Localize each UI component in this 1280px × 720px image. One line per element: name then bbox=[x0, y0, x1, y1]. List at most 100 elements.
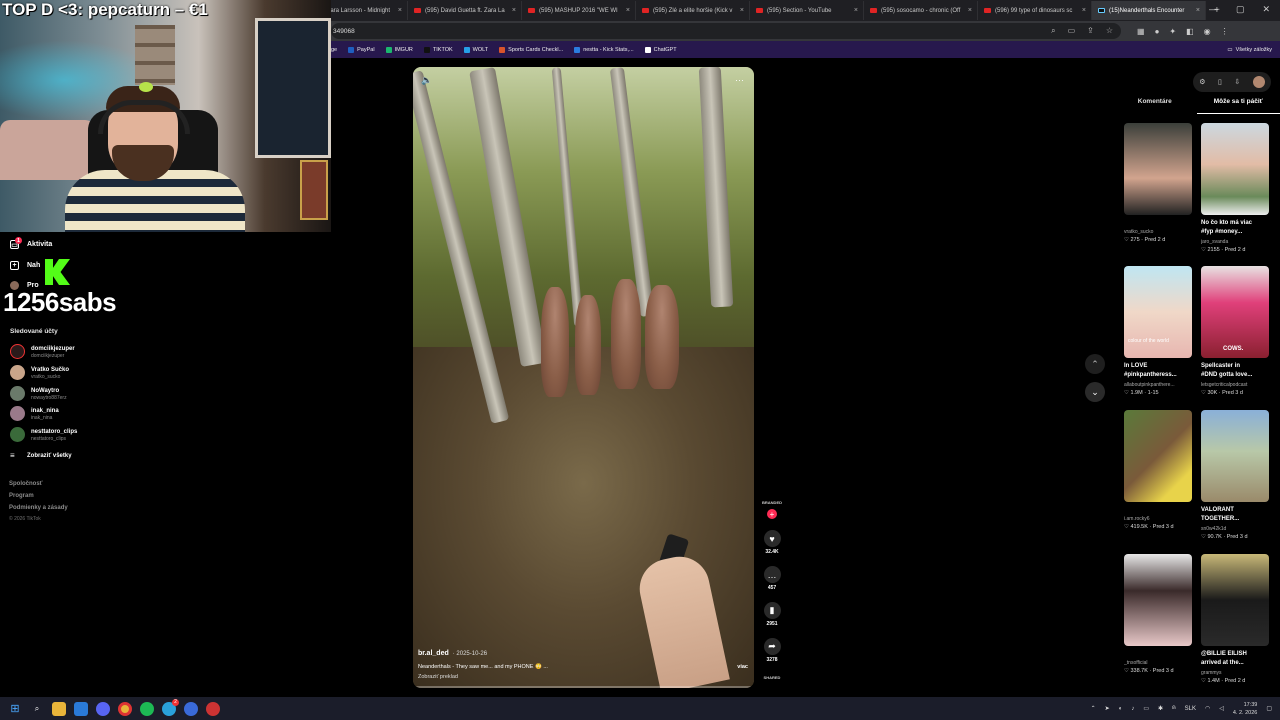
bookmark-item[interactable]: TIKTOK bbox=[423, 46, 453, 53]
video-card[interactable]: COWS. Spellcaster in #DND gotta love... l… bbox=[1201, 266, 1269, 396]
account-item[interactable]: NoWaytro nowaytro887erz bbox=[10, 386, 67, 401]
video-card[interactable]: _tnsofficial ♡ 338.7K · Pred 3 d bbox=[1124, 554, 1192, 674]
tab-comments[interactable]: Komentáre bbox=[1113, 98, 1197, 114]
browser-tab[interactable]: (595) MASHUP 2016 "WE WI × bbox=[522, 1, 636, 20]
next-video-button[interactable]: ⌄ bbox=[1085, 382, 1105, 402]
extensions-puzzle-icon[interactable]: ✦ bbox=[1169, 27, 1176, 36]
close-tab-icon[interactable]: × bbox=[512, 7, 516, 14]
wifi-icon[interactable]: ◠ bbox=[1205, 705, 1210, 712]
like-heart-icon[interactable]: ♥ bbox=[763, 530, 781, 547]
profile-icon[interactable]: ◉ bbox=[1204, 27, 1211, 36]
video-card[interactable]: i.am.rocky6 ♡ 419.5K · Pred 3 d bbox=[1124, 410, 1192, 530]
search-icon[interactable]: ⌕ bbox=[1051, 26, 1055, 36]
bookmark-item[interactable]: ChatGPT bbox=[644, 46, 677, 53]
record-icon[interactable]: ● bbox=[1155, 27, 1160, 36]
follow-plus-icon[interactable]: + bbox=[767, 509, 777, 519]
phone-icon[interactable]: ▯ bbox=[1218, 78, 1222, 86]
language-indicator[interactable]: SLK bbox=[1185, 706, 1196, 712]
browser-tab[interactable]: (15)Neanderthals Encounter × bbox=[1092, 1, 1206, 20]
account-item[interactable]: nesttatoro_clips nesttatoro_clips bbox=[10, 427, 77, 442]
more-link[interactable]: viac bbox=[737, 664, 748, 670]
bookmark-item[interactable]: ge bbox=[331, 47, 337, 53]
bookmark-item[interactable]: IMGUR bbox=[385, 46, 413, 53]
url-field[interactable]: 349068 ⌕ ▭ ⇪ ☆ bbox=[331, 23, 1121, 39]
nav-upload[interactable]: + Nah bbox=[10, 261, 40, 270]
video-card[interactable]: VALORANT TOGETHER... sn0w42k1d ♡ 90.7K · … bbox=[1201, 410, 1269, 540]
bluetooth-icon[interactable]: ✱ bbox=[1158, 705, 1163, 712]
bookmark-star-icon[interactable]: ☆ bbox=[1106, 26, 1113, 36]
share-icon[interactable]: ⇪ bbox=[1087, 26, 1094, 36]
show-translation[interactable]: Zobraziť preklad bbox=[418, 674, 748, 680]
app-icon[interactable] bbox=[206, 701, 220, 716]
volume-icon[interactable]: 🔈 bbox=[421, 75, 432, 86]
app-icon[interactable] bbox=[184, 701, 198, 716]
bookmark-icon[interactable]: ▮ bbox=[763, 602, 781, 619]
menu-icon[interactable]: ⋮ bbox=[1221, 27, 1229, 36]
close-icon[interactable]: ✕ bbox=[1262, 4, 1270, 15]
task-view-icon[interactable] bbox=[74, 701, 88, 716]
browser-tab[interactable]: (595) Zlé a elite horšie (Kick v × bbox=[636, 1, 750, 20]
footer-company[interactable]: Spoločnosť bbox=[9, 481, 43, 487]
close-tab-icon[interactable]: × bbox=[626, 7, 630, 14]
browser-tab[interactable]: (596) 99 type of dinosaurs sc × bbox=[978, 1, 1092, 20]
search-icon[interactable]: ⌕ bbox=[30, 702, 44, 716]
close-tab-icon[interactable]: × bbox=[740, 7, 744, 14]
bookmark-item[interactable]: Sports Cards Checkl... bbox=[499, 46, 563, 53]
browser-tab[interactable]: (595) Section - YouTube × bbox=[750, 1, 864, 20]
notifications-icon[interactable]: ▢ bbox=[1266, 705, 1272, 712]
cast-icon[interactable]: ▭ bbox=[1068, 26, 1076, 36]
sidebar-icon[interactable]: ◧ bbox=[1186, 27, 1194, 36]
windows-start-icon[interactable]: ⊞ bbox=[8, 702, 22, 716]
extension-icon[interactable]: ▦ bbox=[1137, 27, 1145, 36]
file-explorer-icon[interactable] bbox=[52, 701, 66, 716]
previous-video-button[interactable]: ⌃ bbox=[1085, 354, 1105, 374]
close-tab-icon[interactable]: × bbox=[398, 7, 402, 14]
more-options-icon[interactable]: ··· bbox=[735, 75, 744, 85]
all-bookmarks[interactable]: ▭ Všetky záložky bbox=[1227, 47, 1272, 53]
speaker-icon[interactable]: ◁ bbox=[1219, 705, 1224, 712]
video-card[interactable]: No čo kto má viac #fyp #money... jaro_sva… bbox=[1201, 123, 1269, 253]
footer-terms[interactable]: Podmienky a zásady bbox=[9, 505, 68, 511]
minimize-icon[interactable]: — bbox=[1209, 4, 1218, 15]
video-card[interactable]: vratko_sucko ♡ 275 · Pred 2 d bbox=[1124, 123, 1192, 243]
download-icon[interactable]: ⇩ bbox=[1234, 78, 1240, 86]
settings-icon[interactable]: ⚙ bbox=[1199, 78, 1205, 86]
clock[interactable]: 17:39 4. 2. 2026 bbox=[1233, 701, 1257, 717]
nav-activity[interactable]: ▭ 1 Aktivita bbox=[10, 237, 52, 249]
bookmark-item[interactable]: WOLT bbox=[463, 46, 488, 53]
avatar[interactable] bbox=[1252, 76, 1265, 88]
video-player[interactable]: 🔈 ··· br.al_ded · 2025-10-26 Neanderthals… bbox=[413, 67, 754, 688]
close-tab-icon[interactable]: × bbox=[968, 7, 972, 14]
telegram-icon[interactable]: 2 bbox=[162, 698, 179, 716]
video-progress-bar[interactable] bbox=[413, 686, 754, 688]
mic-icon[interactable]: ⍝ bbox=[1172, 705, 1176, 712]
discord-tray-icon[interactable]: ◐ bbox=[1119, 706, 1123, 712]
maximize-icon[interactable]: ▢ bbox=[1236, 4, 1245, 15]
tray-chevron-icon[interactable]: ⌃ bbox=[1091, 705, 1096, 712]
account-item[interactable]: domciikjezuper domciikjezuper bbox=[10, 344, 75, 359]
volume-tray-icon[interactable]: ♪ bbox=[1131, 706, 1134, 712]
account-item[interactable]: inak_nina inak_nina bbox=[10, 406, 59, 421]
video-card[interactable]: colour of the world In LOVE #pinkpanthere… bbox=[1124, 266, 1192, 396]
video-card[interactable]: @BILLIE EILISH arrived at the... grammys … bbox=[1201, 554, 1269, 684]
spotify-icon[interactable] bbox=[140, 701, 154, 716]
share-arrow-icon[interactable]: ➦ bbox=[763, 638, 781, 655]
bookmark-item[interactable]: nestta - Kick Stats,... bbox=[574, 46, 634, 53]
account-item[interactable]: Vratko Sučko vratko_sucko bbox=[10, 365, 69, 380]
comment-icon[interactable]: … bbox=[763, 566, 781, 583]
inbox-icon: ▭ 1 bbox=[10, 237, 22, 249]
video-username[interactable]: br.al_ded bbox=[418, 650, 449, 657]
show-all-accounts[interactable]: ≡ Zobraziť všetky bbox=[10, 451, 72, 460]
close-tab-icon[interactable]: × bbox=[1196, 7, 1200, 14]
chrome-icon[interactable] bbox=[118, 701, 132, 716]
footer-program[interactable]: Program bbox=[9, 493, 34, 499]
telegram-tray-icon[interactable]: ➤ bbox=[1105, 705, 1110, 712]
browser-tab[interactable]: (595) David Guetta ft. Zara La × bbox=[408, 1, 522, 20]
close-tab-icon[interactable]: × bbox=[854, 7, 858, 14]
bookmark-item[interactable]: PayPal bbox=[348, 46, 375, 53]
discord-icon[interactable] bbox=[96, 701, 110, 716]
tab-you-may-like[interactable]: Môže sa ti páčiť bbox=[1196, 98, 1280, 114]
close-tab-icon[interactable]: × bbox=[1082, 7, 1086, 14]
network-icon[interactable]: ▭ bbox=[1143, 705, 1149, 712]
browser-tab[interactable]: (595) sosocamo - chronic (Off × bbox=[864, 1, 978, 20]
